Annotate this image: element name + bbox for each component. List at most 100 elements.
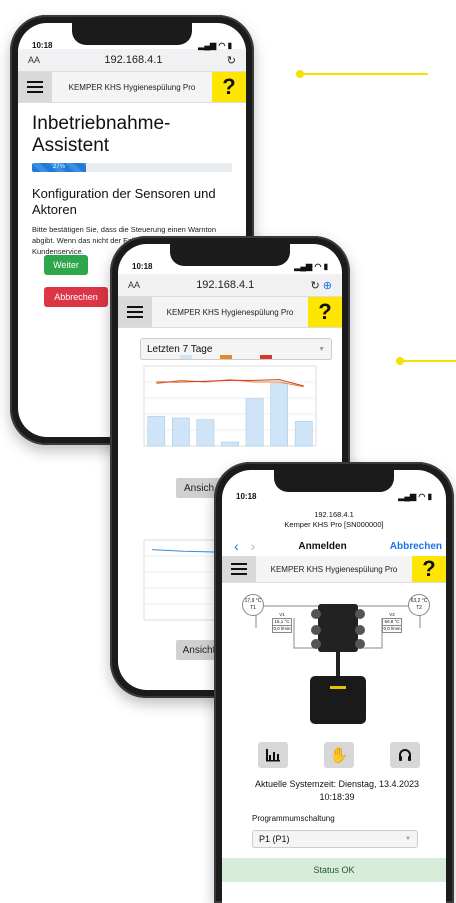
hand-icon: ✋: [329, 747, 349, 764]
notch: [72, 23, 192, 45]
nav-bar: ‹ › Anmelden Abbrechen: [222, 536, 446, 556]
actuator-left-2: [311, 625, 321, 635]
url-bar[interactable]: AA 192.168.4.1 ↻: [18, 49, 246, 72]
actuator-right-1: [355, 609, 365, 619]
app-header: KEMPER KHS Hygienespülung Pro ?: [118, 297, 342, 328]
clock: 10:18: [132, 262, 153, 271]
actuator-left-3: [311, 639, 321, 649]
app-title: KEMPER KHS Hygienespülung Pro: [68, 82, 196, 92]
notch: [170, 244, 290, 266]
bar: [172, 417, 190, 447]
next-button[interactable]: Weiter: [44, 255, 88, 275]
valve-left-flow: 0,0 l/min: [272, 626, 292, 633]
sensor-right: 63,2 °C T2: [408, 594, 430, 616]
section-title: Konfiguration der Sensoren und Aktoren: [32, 186, 216, 217]
manual-control-button[interactable]: ✋: [324, 742, 354, 768]
text-size-button[interactable]: AA: [28, 55, 40, 65]
bar: [147, 416, 166, 447]
legend-swatch-2: [260, 355, 272, 359]
leader-line-1: [300, 73, 428, 75]
valve-left-temp: 15,1 °C: [272, 618, 292, 626]
sensor-right-id: T2: [416, 605, 422, 611]
sensor-right-temp: 63,2 °C: [410, 598, 428, 604]
progress-fill: 27%: [32, 163, 86, 172]
app-title: KEMPER KHS Hygienespülung Pro: [270, 564, 398, 574]
hamburger-icon: [127, 311, 143, 313]
headset-icon: [399, 749, 411, 761]
legend-swatch-0: [180, 355, 192, 359]
menu-button[interactable]: [118, 297, 152, 327]
signal-icons: ▂▄▆ ◠ ▮: [198, 41, 232, 50]
status-text: Status OK: [313, 865, 355, 875]
system-time: Aktuelle Systemzeit: Dienstag, 13.4.2023…: [254, 779, 420, 802]
leader-dot-2: [396, 357, 404, 365]
page-title: Inbetriebnahme-Assistent: [32, 113, 171, 156]
menu-button[interactable]: [222, 556, 256, 582]
valve-right-temp: 60,8 °C: [382, 618, 402, 626]
temperature-flush-chart: [143, 355, 317, 447]
notch: [274, 470, 394, 492]
status-bar: 10:18 ▂▄▆ ◠ ▮: [236, 492, 432, 501]
statistics-button[interactable]: [258, 742, 288, 768]
url-text[interactable]: 192.168.4.1: [104, 54, 162, 66]
bar: [294, 420, 313, 447]
nav-cancel-button[interactable]: Abbrechen: [390, 541, 446, 552]
phone-dashboard-screen: 10:18 ▂▄▆ ◠ ▮ 192.168.4.1 Kemper KHS Pro…: [222, 470, 446, 903]
bar: [221, 441, 239, 447]
bar: [270, 383, 288, 447]
text-size-button[interactable]: AA: [128, 280, 140, 290]
status-banner: Status OK: [222, 858, 446, 882]
valve-right-box: V2 60,8 °C 0,0 l/min: [382, 612, 402, 633]
url-line-2: Kemper KHS Pro [SN000000]: [284, 520, 384, 529]
legend-swatch-1: [220, 355, 232, 359]
hamburger-icon: [27, 86, 43, 88]
clock: 10:18: [236, 492, 257, 501]
bar: [245, 398, 264, 447]
reload-icon[interactable]: ↻: [227, 54, 236, 67]
program-select-value: P1 (P1): [259, 834, 290, 844]
program-label: Programmumschaltung: [252, 814, 335, 823]
actuator-left-1: [311, 609, 321, 619]
actuator-right-2: [355, 625, 365, 635]
phone-dashboard: 10:18 ▂▄▆ ◠ ▮ 192.168.4.1 Kemper KHS Pro…: [214, 462, 454, 903]
signal-icons: ▂▄▆ ◠ ▮: [294, 262, 328, 271]
back-icon[interactable]: ‹: [222, 538, 239, 554]
leader-line-2: [400, 360, 456, 362]
actuator-right-3: [355, 639, 365, 649]
hamburger-icon: [231, 568, 247, 570]
forward-icon[interactable]: ›: [239, 538, 256, 554]
url-line-1: 192.168.4.1: [314, 510, 354, 519]
sensor-left: 17,9 °C T1: [242, 594, 264, 616]
cancel-button[interactable]: Abbrechen: [44, 287, 108, 307]
app-header: KEMPER KHS Hygienespülung Pro ?: [18, 72, 246, 103]
chevron-down-icon: ▼: [405, 836, 411, 842]
nav-title: Anmelden: [298, 540, 347, 552]
help-button[interactable]: ?: [412, 556, 446, 582]
progress-bar: 27%: [32, 163, 232, 172]
valve-left-box: V1 15,1 °C 0,0 l/min: [272, 612, 292, 633]
bar-chart-icon: [266, 749, 280, 762]
app-title: KEMPER KHS Hygienespülung Pro: [166, 307, 294, 317]
sensor-left-id: T1: [250, 605, 256, 611]
controller-body: [318, 604, 358, 652]
leader-dot-1: [296, 70, 304, 78]
program-select[interactable]: P1 (P1) ▼: [252, 830, 418, 848]
cable: [336, 652, 340, 676]
app-header: KEMPER KHS Hygienespülung Pro ?: [222, 556, 446, 583]
help-button[interactable]: ?: [212, 72, 246, 102]
clock: 10:18: [32, 41, 53, 50]
controller-base: [310, 676, 366, 724]
plot-area: [143, 365, 317, 447]
url-bar[interactable]: AA 192.168.4.1 ↻ ⊕: [118, 274, 342, 297]
bar: [196, 419, 215, 447]
menu-button[interactable]: [18, 72, 52, 102]
reload-icon[interactable]: ↻ ⊕: [310, 279, 332, 292]
support-button[interactable]: [390, 742, 420, 768]
controller-label: [330, 686, 346, 689]
download-icon[interactable]: ⊕: [323, 280, 332, 292]
signal-icons: ▂▄▆ ◠ ▮: [398, 492, 432, 501]
url-text[interactable]: 192.168.4.1: [196, 279, 254, 291]
valve-right-flow: 0,0 l/min: [382, 626, 402, 633]
help-button[interactable]: ?: [308, 297, 342, 327]
sensor-left-temp: 17,9 °C: [244, 598, 262, 604]
